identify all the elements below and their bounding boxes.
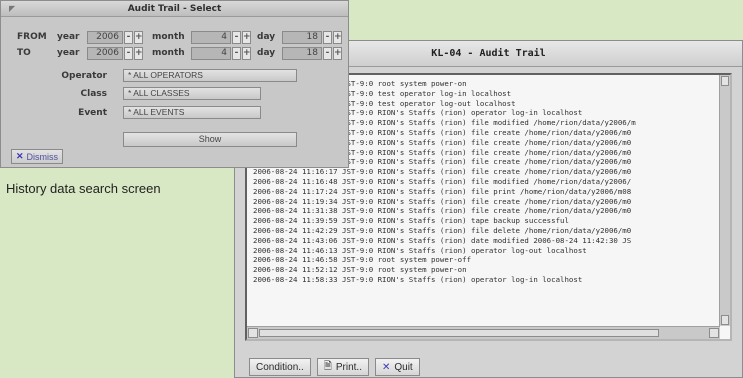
class-label: Class [80, 89, 107, 99]
scroll-down-arrow-icon[interactable] [721, 315, 729, 325]
to-year-field[interactable]: 2006 [87, 46, 123, 60]
from-day-increment-button[interactable]: + [333, 30, 342, 44]
select-window-title: Audit Trail - Select [127, 3, 222, 14]
to-day-decrement-button[interactable]: - [323, 46, 332, 60]
print-button-label: Print.. [335, 361, 362, 373]
operator-option-menu[interactable]: * ALL OPERATORS [123, 69, 297, 82]
to-year-increment-button[interactable]: + [134, 46, 143, 60]
to-month-decrement-button[interactable]: - [232, 46, 241, 60]
from-day-decrement-button[interactable]: - [323, 30, 332, 44]
from-year-field[interactable]: 2006 [87, 30, 123, 44]
log-line: 2006-08-24 11:17:24 JST-9:0 RION's Staff… [253, 186, 632, 196]
horizontal-scroll-thumb[interactable] [259, 329, 659, 337]
log-line: 2006-08-24 11:16:17 JST-9:0 RION's Staff… [253, 167, 632, 177]
to-month-label: month [152, 48, 185, 58]
audit-trail-select-window: ◤ Audit Trail - Select FROM year 2006 - … [0, 0, 349, 168]
select-window-titlebar: ◤ Audit Trail - Select [1, 1, 348, 17]
from-date-row: FROM year 2006 - + month 4 - + day 18 - … [1, 30, 350, 44]
log-line: 2006-08-24 11:19:34 JST-9:0 RION's Staff… [253, 196, 632, 206]
from-month-stepper: - + [232, 30, 252, 44]
screen-caption: History data search screen [6, 181, 161, 196]
to-year-stepper: - + [124, 46, 144, 60]
log-line: 2006-08-24 11:39:59 JST-9:0 RION's Staff… [253, 216, 569, 226]
from-year-increment-button[interactable]: + [134, 30, 143, 44]
from-month-field[interactable]: 4 [191, 30, 231, 44]
quit-button[interactable]: ✕ Quit [374, 358, 420, 376]
scroll-up-arrow-icon[interactable] [721, 76, 729, 86]
show-button[interactable]: Show [123, 132, 297, 147]
event-option-menu[interactable]: * ALL EVENTS [123, 106, 261, 119]
from-month-increment-button[interactable]: + [242, 30, 251, 44]
log-line: 2006-08-24 11:42:29 JST-9:0 RION's Staff… [253, 225, 632, 235]
to-day-increment-button[interactable]: + [333, 46, 342, 60]
window-menu-icon[interactable]: ◤ [9, 4, 19, 13]
to-month-increment-button[interactable]: + [242, 46, 251, 60]
to-month-field[interactable]: 4 [191, 46, 231, 60]
vertical-scrollbar[interactable] [719, 75, 730, 326]
from-day-label: day [257, 32, 276, 42]
document-icon: 🗎 [323, 360, 332, 372]
to-year-label: year [57, 48, 80, 58]
from-year-decrement-button[interactable]: - [124, 30, 133, 44]
operator-label: Operator [61, 71, 107, 81]
from-month-decrement-button[interactable]: - [232, 30, 241, 44]
condition-button-label: Condition.. [256, 361, 304, 373]
dismiss-button[interactable]: ✕ Dismiss [11, 149, 64, 164]
print-button[interactable]: 🗎 Print.. [316, 358, 369, 376]
event-label: Event [78, 108, 107, 118]
to-date-row: TO year 2006 - + month 4 - + day 18 - + [1, 46, 350, 60]
from-month-label: month [152, 32, 185, 42]
log-line: 2006-08-24 11:31:38 JST-9:0 RION's Staff… [253, 206, 632, 216]
from-day-field[interactable]: 18 [282, 30, 322, 44]
to-year-decrement-button[interactable]: - [124, 46, 133, 60]
from-label: FROM [17, 32, 47, 42]
to-label: TO [17, 48, 31, 58]
quit-button-label: Quit [394, 361, 413, 373]
log-line: 2006-08-24 11:52:12 JST-9:0 root system … [253, 265, 467, 275]
log-line: 2006-08-24 11:58:33 JST-9:0 RION's Staff… [253, 274, 583, 284]
scroll-right-arrow-icon[interactable] [709, 328, 719, 338]
log-line: 2006-08-24 11:16:48 JST-9:0 RION's Staff… [253, 176, 632, 186]
from-year-stepper: - + [124, 30, 144, 44]
log-line: 2006-08-24 11:46:13 JST-9:0 RION's Staff… [253, 245, 587, 255]
x-icon: ✕ [381, 361, 391, 373]
dismiss-button-label: Dismiss [26, 151, 59, 162]
horizontal-scrollbar[interactable] [247, 326, 720, 339]
to-day-field[interactable]: 18 [282, 46, 322, 60]
log-line: 2006-08-24 11:46:58 JST-9:0 root system … [253, 255, 472, 265]
log-line: 2006-08-24 11:43:06 JST-9:0 RION's Staff… [253, 235, 632, 245]
from-year-label: year [57, 32, 80, 42]
x-icon: ✕ [16, 151, 24, 161]
to-day-label: day [257, 48, 276, 58]
scroll-left-arrow-icon[interactable] [248, 328, 258, 338]
from-day-stepper: - + [323, 30, 343, 44]
class-option-menu[interactable]: * ALL CLASSES [123, 87, 261, 100]
to-day-stepper: - + [323, 46, 343, 60]
audit-button-bar: Condition.. 🗎 Print.. ✕ Quit [249, 358, 420, 376]
to-month-stepper: - + [232, 46, 252, 60]
condition-button[interactable]: Condition.. [249, 358, 311, 376]
